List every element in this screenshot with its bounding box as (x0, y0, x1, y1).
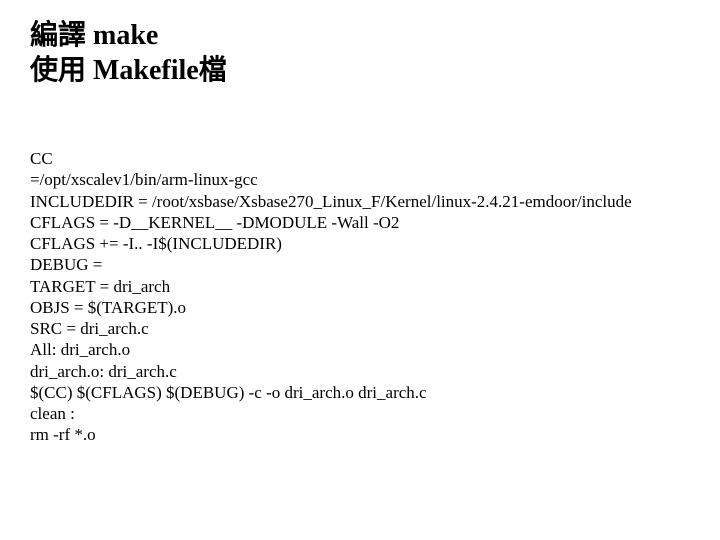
code-line: CFLAGS = -D__KERNEL__ -DMODULE -Wall -O2 (30, 212, 690, 233)
code-line: =/opt/xscalev1/bin/arm-linux-gcc (30, 169, 690, 190)
code-line: clean : (30, 403, 690, 424)
code-line: SRC = dri_arch.c (30, 318, 690, 339)
code-line: All: dri_arch.o (30, 339, 690, 360)
code-line: CFLAGS += -I.. -I$(INCLUDEDIR) (30, 233, 690, 254)
makefile-content: CC =/opt/xscalev1/bin/arm-linux-gcc INCL… (30, 148, 690, 446)
code-line: CC (30, 148, 690, 169)
code-line: DEBUG = (30, 254, 690, 275)
title-line-2: 使用 Makefile檔 (30, 53, 690, 88)
slide-title: 編譯 make 使用 Makefile檔 (30, 18, 690, 88)
code-line: dri_arch.o: dri_arch.c (30, 361, 690, 382)
title-line-1: 編譯 make (30, 18, 690, 53)
code-line: INCLUDEDIR = /root/xsbase/Xsbase270_Linu… (30, 191, 690, 212)
code-line: OBJS = $(TARGET).o (30, 297, 690, 318)
code-line: $(CC) $(CFLAGS) $(DEBUG) -c -o dri_arch.… (30, 382, 690, 403)
slide: 編譯 make 使用 Makefile檔 CC =/opt/xscalev1/b… (0, 0, 720, 466)
code-line: rm -rf *.o (30, 424, 690, 445)
code-line: TARGET = dri_arch (30, 276, 690, 297)
